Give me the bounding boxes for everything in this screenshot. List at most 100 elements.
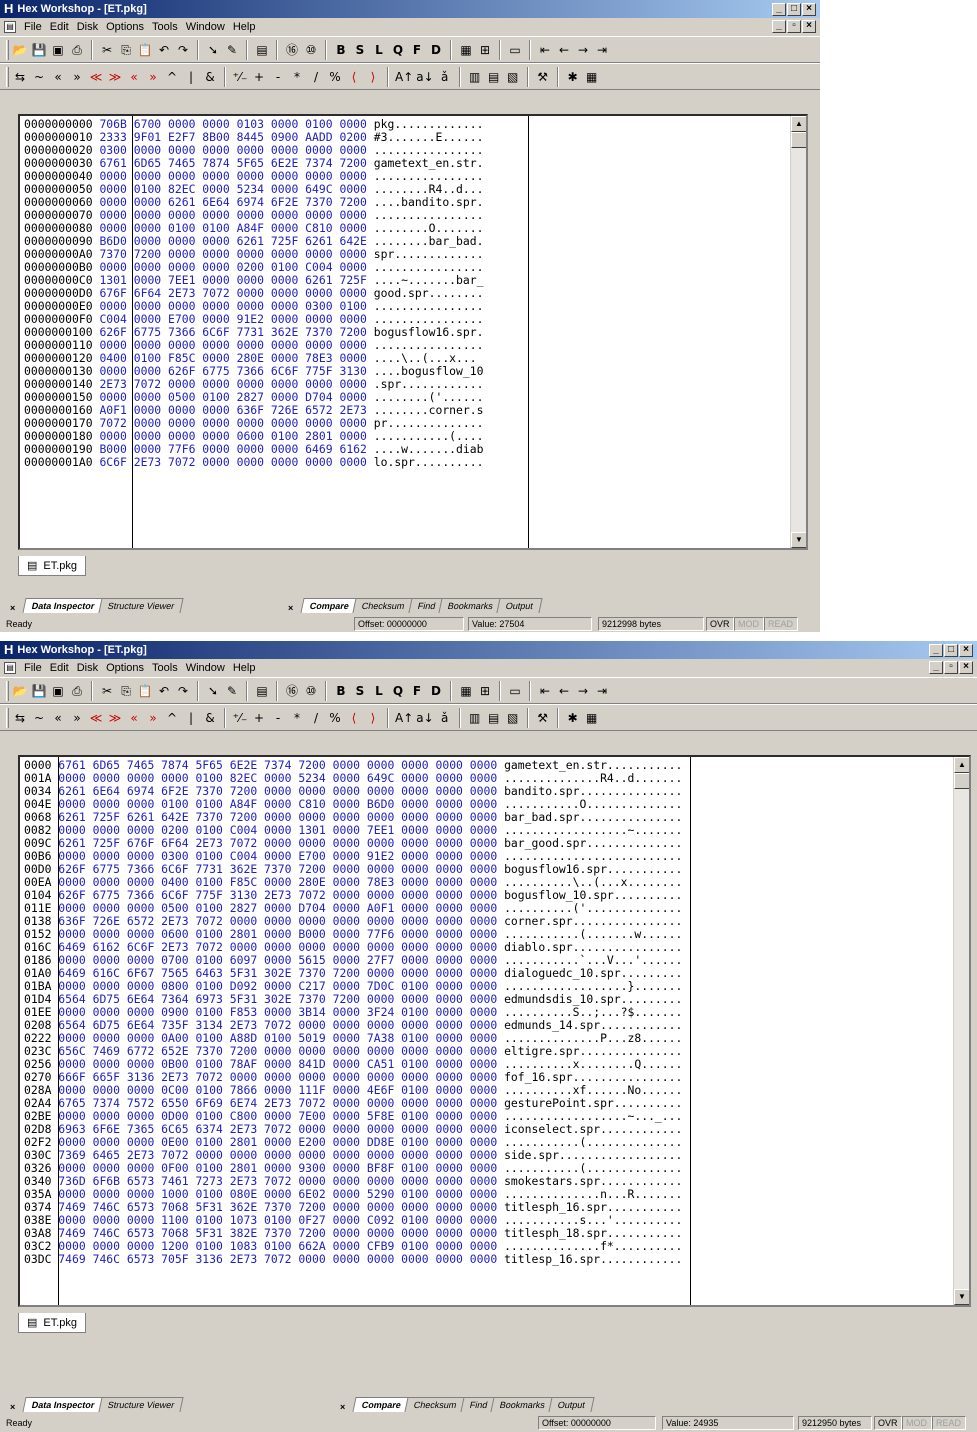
add-icon[interactable]: + bbox=[251, 67, 267, 87]
save-all-icon[interactable]: ▣ bbox=[50, 681, 66, 701]
mdi-restore-button[interactable]: ▫ bbox=[787, 20, 801, 33]
mod-icon[interactable]: % bbox=[327, 67, 343, 87]
row-bytes[interactable]: 6261 725F 6261 642E 7370 7200 0000 0000 … bbox=[58, 810, 497, 824]
tab-structure-viewer[interactable]: Structure Viewer bbox=[97, 1397, 184, 1412]
menu-disk[interactable]: Disk bbox=[77, 21, 98, 33]
scroll-up-icon[interactable]: ▲ bbox=[791, 116, 806, 132]
doc-icon[interactable]: ▤ bbox=[4, 662, 16, 674]
subtract-icon[interactable]: - bbox=[270, 67, 286, 87]
row-bytes[interactable]: 0000 0000 0000 0200 0100 C004 0000 1301 … bbox=[58, 823, 497, 837]
row-ascii[interactable]: bogusflow16.spr. bbox=[374, 325, 484, 339]
row-bytes[interactable]: 736D 6F6B 6573 7461 7273 2E73 7072 0000 … bbox=[58, 1174, 497, 1188]
mod-icon[interactable]: % bbox=[327, 708, 343, 728]
open-icon[interactable]: 📂 bbox=[12, 681, 28, 701]
xor-icon[interactable]: ^ bbox=[164, 67, 180, 87]
tab-bookmarks[interactable]: Bookmarks bbox=[438, 598, 503, 613]
short-view-button[interactable]: S bbox=[352, 684, 368, 698]
row-bytes[interactable]: 6C6F 2E73 7072 0000 0000 0000 0000 0000 bbox=[99, 455, 366, 469]
row-ascii[interactable]: ..........('.............. bbox=[504, 901, 682, 915]
menu-disk[interactable]: Disk bbox=[77, 662, 98, 674]
add-icon[interactable]: + bbox=[251, 708, 267, 728]
row-bytes[interactable]: 7370 7200 0000 0000 0000 0000 0000 0000 bbox=[99, 247, 366, 261]
rotate-left-icon[interactable]: ≪ bbox=[88, 708, 104, 728]
row-bytes[interactable]: 7469 746C 6573 7068 5F31 382E 7370 7200 … bbox=[58, 1226, 497, 1240]
long-view-button[interactable]: L bbox=[371, 684, 387, 698]
row-ascii[interactable]: side.spr.................. bbox=[504, 1148, 682, 1162]
row-ascii[interactable]: spr............. bbox=[374, 247, 484, 261]
row-bytes[interactable]: B000 0000 77F6 0000 0000 0000 6469 6162 bbox=[99, 442, 366, 456]
scroll-down-icon[interactable]: ▼ bbox=[954, 1289, 969, 1305]
divide-icon[interactable]: / bbox=[308, 708, 324, 728]
menu-help[interactable]: Help bbox=[233, 21, 256, 33]
long-view-button[interactable]: L bbox=[371, 43, 387, 57]
row-bytes[interactable]: 0000 0000 0000 0900 0100 F853 0000 3B14 … bbox=[58, 1005, 497, 1019]
row-ascii[interactable]: bogusflow16.spr........... bbox=[504, 862, 682, 876]
base10-icon[interactable]: ⑩ bbox=[303, 40, 319, 60]
row-bytes[interactable]: 0000 0000 0000 0B00 0100 78AF 0000 841D … bbox=[58, 1057, 497, 1071]
last-icon[interactable]: ⇥ bbox=[594, 40, 610, 60]
back-icon[interactable]: ← bbox=[556, 40, 572, 60]
split-icon[interactable]: ▤ bbox=[486, 67, 502, 87]
tab-structure-viewer[interactable]: Structure Viewer bbox=[97, 598, 184, 613]
goto-icon[interactable]: ➘ bbox=[205, 681, 221, 701]
pin-icon[interactable]: ✱ bbox=[565, 67, 581, 87]
pin-icon[interactable]: ✱ bbox=[565, 708, 581, 728]
row-ascii[interactable]: ........bar_bad. bbox=[374, 234, 484, 248]
row-bytes[interactable]: 7469 746C 6573 705F 3136 2E73 7072 0000 … bbox=[58, 1252, 497, 1266]
mdi-close-button[interactable]: × bbox=[959, 661, 973, 674]
save-icon[interactable]: 💾 bbox=[31, 681, 47, 701]
save-icon[interactable]: 💾 bbox=[31, 40, 47, 60]
doc-icon[interactable]: ▤ bbox=[4, 21, 16, 33]
row-ascii[interactable]: ........corner.s bbox=[374, 403, 484, 417]
tab-checksum[interactable]: Checksum bbox=[404, 1397, 467, 1412]
row-ascii[interactable]: gametext_en.str........... bbox=[504, 758, 682, 772]
shift-block-left-icon[interactable]: ⟨ bbox=[346, 67, 362, 87]
maximize-button[interactable]: □ bbox=[944, 643, 958, 657]
hex-row[interactable]: 00000001A0 6C6F 2E73 7072 0000 0000 0000… bbox=[24, 456, 483, 469]
row-bytes[interactable]: 636F 726E 6572 2E73 7072 0000 0000 0000 … bbox=[58, 914, 497, 928]
row-ascii[interactable]: iconselect.spr............ bbox=[504, 1122, 682, 1136]
row-ascii[interactable]: ...........O.............. bbox=[504, 797, 682, 811]
calculator-icon[interactable]: ▦ bbox=[458, 681, 474, 701]
row-bytes[interactable]: 6765 7374 7572 6550 6F69 6E74 2E73 7072 … bbox=[58, 1096, 497, 1110]
row-ascii[interactable]: bogusflow_10.spr.......... bbox=[504, 888, 682, 902]
double-view-button[interactable]: D bbox=[428, 43, 444, 57]
merge-icon[interactable]: ▧ bbox=[505, 708, 521, 728]
row-ascii[interactable]: ..................~..._... bbox=[504, 1109, 682, 1123]
lowercase-icon[interactable]: a↓ bbox=[416, 67, 433, 87]
vertical-scrollbar[interactable]: ▲ ▼ bbox=[953, 757, 969, 1305]
copy-icon[interactable]: ⎘ bbox=[118, 40, 134, 60]
row-ascii[interactable]: ........('...... bbox=[374, 390, 484, 404]
properties-icon[interactable]: ▤ bbox=[254, 681, 270, 701]
menu-window[interactable]: Window bbox=[186, 21, 225, 33]
pattern-icon[interactable]: ▥ bbox=[467, 67, 483, 87]
lowercase-icon[interactable]: a↓ bbox=[416, 708, 433, 728]
row-ascii[interactable]: ..........\..(...x........ bbox=[504, 875, 682, 889]
row-ascii[interactable]: diablo.spr................ bbox=[504, 940, 682, 954]
row-bytes[interactable]: 2333 9F01 E2F7 8B00 8445 0900 AADD 0200 bbox=[99, 130, 366, 144]
row-ascii[interactable]: ...........(.......w...... bbox=[504, 927, 682, 941]
row-ascii[interactable]: pkg............. bbox=[374, 117, 484, 131]
row-bytes[interactable]: 626F 6775 7366 6C6F 7731 362E 7370 7200 … bbox=[58, 862, 497, 876]
pattern-icon[interactable]: ▥ bbox=[467, 708, 483, 728]
row-bytes[interactable]: 0000 0000 6261 6E64 6974 6F2E 7370 7200 bbox=[99, 195, 366, 209]
row-ascii[interactable]: edmunds_14.spr............ bbox=[504, 1018, 682, 1032]
row-bytes[interactable]: C004 0000 E700 0000 91E2 0000 0000 0000 bbox=[99, 312, 366, 326]
minimize-button[interactable]: _ bbox=[772, 2, 786, 16]
and-icon[interactable]: & bbox=[202, 67, 218, 87]
row-bytes[interactable]: 706B 6700 0000 0000 0103 0000 0100 0000 bbox=[99, 117, 366, 131]
menu-file[interactable]: File bbox=[24, 21, 42, 33]
row-ascii[interactable]: ..........S..;...?$....... bbox=[504, 1005, 682, 1019]
save-all-icon[interactable]: ▣ bbox=[50, 40, 66, 60]
back-icon[interactable]: ← bbox=[556, 681, 572, 701]
shift-block-right-icon[interactable]: ⟩ bbox=[365, 708, 381, 728]
row-bytes[interactable]: 6261 725F 676F 6F64 2E73 7072 0000 0000 … bbox=[58, 836, 497, 850]
row-ascii[interactable]: smokestars.spr............ bbox=[504, 1174, 682, 1188]
base16-icon[interactable]: ⑯ bbox=[284, 681, 300, 701]
row-bytes[interactable]: 0000 0000 0000 0000 0100 82EC 0000 5234 … bbox=[58, 771, 497, 785]
scroll-thumb[interactable] bbox=[791, 132, 806, 148]
row-ascii[interactable]: gametext_en.str. bbox=[374, 156, 484, 170]
row-bytes[interactable]: 0000 0000 0000 0800 0100 D092 0000 C217 … bbox=[58, 979, 497, 993]
row-ascii[interactable]: ..............P...z8...... bbox=[504, 1031, 682, 1045]
row-bytes[interactable]: 0000 0000 0000 0100 0100 A84F 0000 C810 … bbox=[58, 797, 497, 811]
